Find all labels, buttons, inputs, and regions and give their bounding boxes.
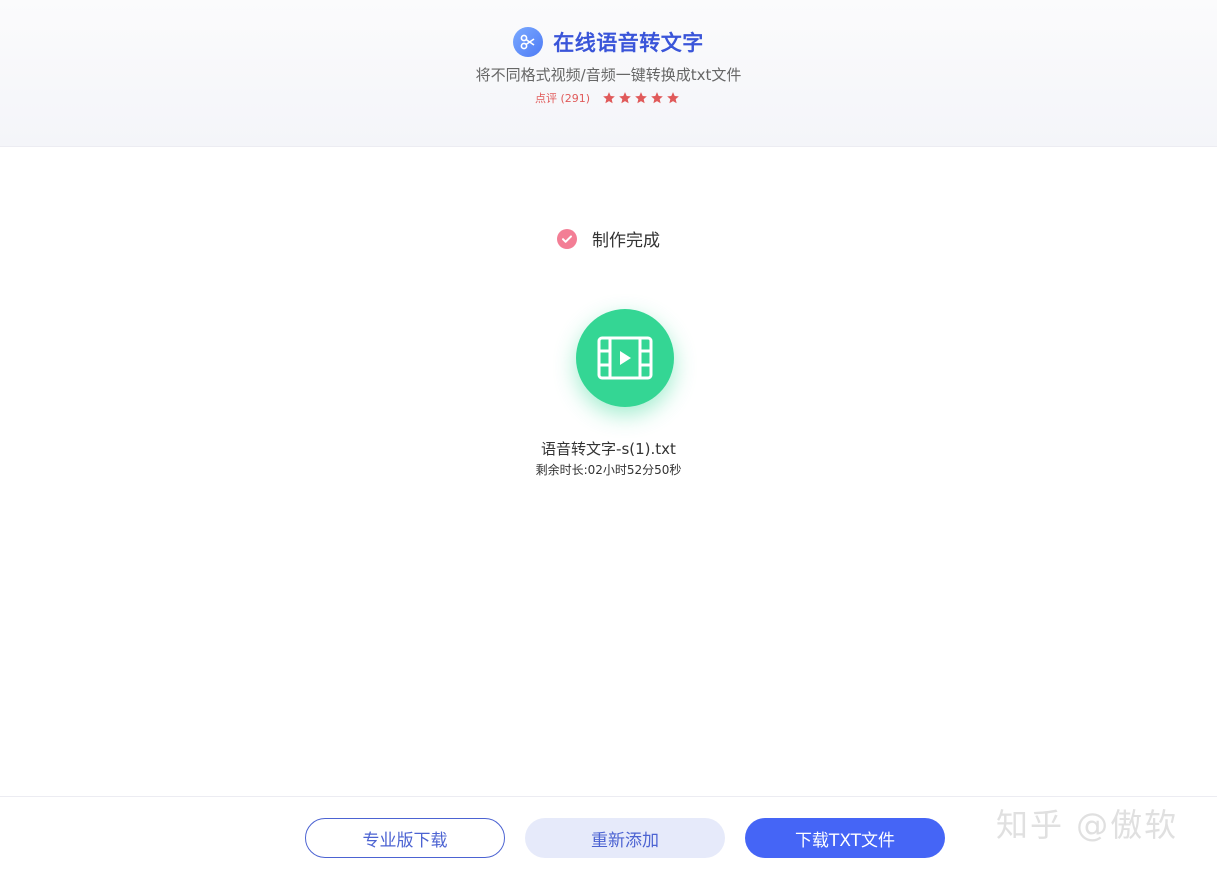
review-count-link[interactable]: 点评 (291) <box>535 90 590 106</box>
app-subtitle: 将不同格式视频/音频一键转换成txt文件 <box>475 66 742 84</box>
title-row: 在线语音转文字 <box>0 27 1217 57</box>
status-text: 制作完成 <box>592 231 660 251</box>
star-icon <box>619 92 631 104</box>
video-icon <box>576 309 674 407</box>
scissors-icon <box>513 27 544 57</box>
download-txt-button[interactable]: 下载TXT文件 <box>745 818 945 858</box>
readd-button[interactable]: 重新添加 <box>525 818 725 858</box>
rating: 点评 (291) <box>0 90 1217 106</box>
star-icon <box>603 92 615 104</box>
status-row: 制作完成 <box>0 226 1217 251</box>
star-icon <box>635 92 647 104</box>
app-title: 在线语音转文字 <box>553 31 704 55</box>
header: 在线语音转文字 将不同格式视频/音频一键转换成txt文件 点评 (291) <box>0 0 1217 147</box>
watermark: 知乎 @傲软 <box>996 806 1179 844</box>
file-name: 语音转文字-s(1).txt <box>541 440 676 458</box>
pro-download-button[interactable]: 专业版下载 <box>305 818 505 858</box>
check-icon <box>557 228 577 249</box>
star-icon <box>651 92 663 104</box>
star-icon <box>667 92 679 104</box>
remaining-duration: 剩余时长:02小时52分50秒 <box>535 463 682 477</box>
